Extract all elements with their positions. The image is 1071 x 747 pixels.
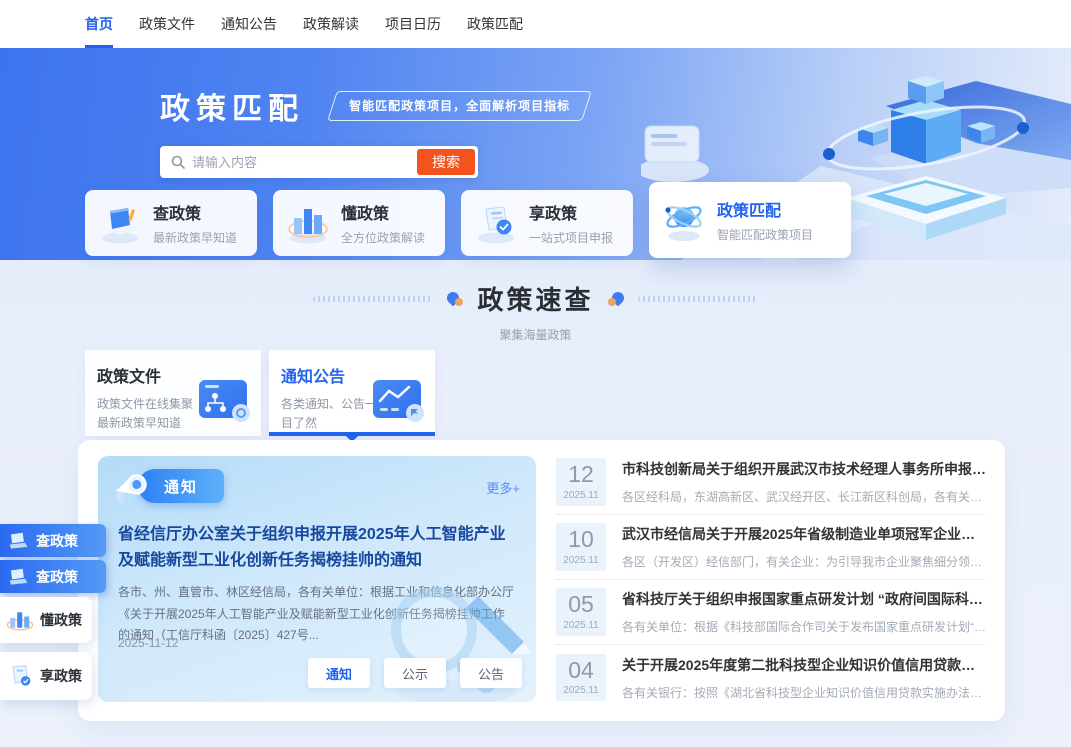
feature-card-title: 查政策 [153,200,237,224]
date-badge: 05 2025.11 [556,588,606,635]
feature-card-desc: 智能匹配政策项目 [717,226,813,243]
notice-list-item[interactable]: 12 2025.11 市科技创新局关于组织开展武汉市技术经理人事务所申报备案的通… [556,450,986,515]
nav-item-policy-files[interactable]: 政策文件 [139,0,195,48]
date-month: 2025.11 [556,555,606,566]
section-subtitle: 聚集海量政策 [0,326,1071,343]
megaphone-icon [110,464,154,508]
laptop-icon [6,531,30,551]
tab-notices[interactable]: 通知公告 各类通知、公告一 目了然 [269,350,435,436]
notice-list-item[interactable]: 04 2025.11 关于开展2025年度第二批科技型企业知识价值信用贷款贴息申… [556,645,986,710]
notice-desc: 各有关单位：根据《科技部国际合作司关于发布国家重点研发计划“政府间国科技... [622,618,986,635]
date-month: 2025.11 [556,620,606,631]
bar-chart-icon [6,608,34,632]
decorative-comma-right-icon [608,291,624,307]
date-month: 2025.11 [556,490,606,501]
atom-orbit-icon [659,197,709,243]
laptop-icon [6,567,30,587]
notice-title: 市科技创新局关于组织开展武汉市技术经理人事务所申报备案的通知 [622,459,986,479]
nav-item-interpretation[interactable]: 政策解读 [303,0,359,48]
notice-list-item[interactable]: 05 2025.11 省科技厅关于组织申报国家重点研发计划 “政府间国际科技创新… [556,580,986,645]
notice-list-item[interactable]: 10 2025.11 武汉市经信局关于开展2025年省级制造业单项冠军企业培育 … [556,515,986,580]
nav-item-notices[interactable]: 通知公告 [221,0,277,48]
flowchart-icon [197,376,253,424]
hero-slogan-text: 智能匹配政策项目，全面解析项目指标 [349,97,570,114]
side-menu-enjoy-policy[interactable]: 享政策 [0,652,92,700]
side-menu-label: 查政策 [36,531,78,551]
side-menu-find-policy[interactable]: 查政策 [0,524,106,557]
search-input[interactable] [192,155,417,170]
search-button[interactable]: 搜索 [417,149,475,175]
hero-title: 政策匹配 [160,84,304,128]
content-panel: 通知 更多+ 省经信厅办公室关于组织申报开展2025年人工智能产业及赋能新型工业… [78,440,1005,721]
date-month: 2025.11 [556,685,606,696]
date-badge: 04 2025.11 [556,654,606,701]
top-nav: 首页 政策文件 通知公告 政策解读 项目日历 政策匹配 [0,0,1071,48]
date-day: 05 [556,592,606,617]
notice-title: 关于开展2025年度第二批科技型企业知识价值信用贷款贴息申报工作... [622,655,986,675]
bar-chart-icon [283,200,333,246]
decorative-dots-left [313,296,433,302]
feature-card-title: 懂政策 [341,200,425,224]
search-bar: 搜索 [160,146,478,178]
featured-notice-date: 2025-11-12 [118,636,179,650]
feature-card-find-policy[interactable]: 查政策 最新政策早知道 [85,190,257,256]
hero-slogan-badge: 智能匹配政策项目，全面解析项目指标 [327,91,592,121]
featured-notice-card[interactable]: 通知 更多+ 省经信厅办公室关于组织申报开展2025年人工智能产业及赋能新型工业… [98,456,536,702]
notice-desc: 各区经科局，东湖高新区、武汉经开区、长江新区科创局，各有关单位：根据《... [622,488,986,505]
feature-card-policy-matching[interactable]: 政策匹配 智能匹配政策项目 [649,182,851,258]
date-day: 04 [556,658,606,683]
filter-button-publicity[interactable]: 公示 [384,658,446,688]
feature-card-enjoy-policy[interactable]: 享政策 一站式项目申报 [461,190,633,256]
page: 首页 政策文件 通知公告 政策解读 项目日历 政策匹配 [0,0,1071,747]
nav-item-home[interactable]: 首页 [85,0,113,48]
more-link[interactable]: 更多+ [486,478,520,497]
notice-banner: 通知 [110,468,224,504]
side-menu-label: 享政策 [40,666,82,686]
laptop-icon [95,200,145,246]
notice-title: 武汉市经信局关于开展2025年省级制造业单项冠军企业培育 遴选和复... [622,524,986,544]
line-chart-icon [371,376,427,424]
date-badge: 12 2025.11 [556,458,606,505]
date-day: 12 [556,462,606,487]
filter-button-notice[interactable]: 通知 [308,658,370,688]
feature-card-desc: 最新政策早知道 [153,229,237,246]
side-menu-find-policy-2[interactable]: 查政策 [0,560,106,593]
notice-type-filters: 通知 公示 公告 [308,658,522,688]
side-menu-understand-policy[interactable]: 懂政策 [0,597,92,643]
document-icon [471,200,521,246]
date-badge: 10 2025.11 [556,523,606,570]
feature-card-understand-policy[interactable]: 懂政策 全方位政策解读 [273,190,445,256]
section-title: 政策速查 [477,280,593,317]
tab-policy-files[interactable]: 政策文件 政策文件在线集聚 最新政策早知道 [85,350,261,436]
featured-notice-title: 省经信厅办公室关于组织申报开展2025年人工智能产业及赋能新型工业化创新任务揭榜… [118,522,520,573]
notice-list: 12 2025.11 市科技创新局关于组织开展武汉市技术经理人事务所申报备案的通… [556,450,986,710]
feature-card-title: 享政策 [529,200,613,224]
side-menu-label: 懂政策 [40,610,82,630]
side-menu-label: 查政策 [36,567,78,587]
feature-card-title: 政策匹配 [717,197,813,221]
nav-item-matching[interactable]: 政策匹配 [467,0,523,48]
feature-card-desc: 全方位政策解读 [341,229,425,246]
section-heading: 政策速查 聚集海量政策 [0,280,1071,343]
decorative-dots-right [638,296,758,302]
decorative-comma-left-icon [447,291,463,307]
search-icon [170,154,186,170]
date-day: 10 [556,527,606,552]
feature-card-desc: 一站式项目申报 [529,229,613,246]
notice-title: 省科技厅关于组织申报国家重点研发计划 “政府间国际科技创新合作”... [622,589,986,609]
hero-content: 政策匹配 智能匹配政策项目，全面解析项目指标 搜索 [160,84,587,178]
notice-desc: 各有关银行：按照《湖北省科技型企业知识价值信用贷款实施办法（试行）》（... [622,684,986,701]
notice-desc: 各区（开发区）经信部门，有关企业：为引导我市企业聚焦细分领域和产业链关... [622,553,986,570]
filter-button-announcement[interactable]: 公告 [460,658,522,688]
document-icon [6,664,34,688]
nav-item-calendar[interactable]: 项目日历 [385,0,441,48]
